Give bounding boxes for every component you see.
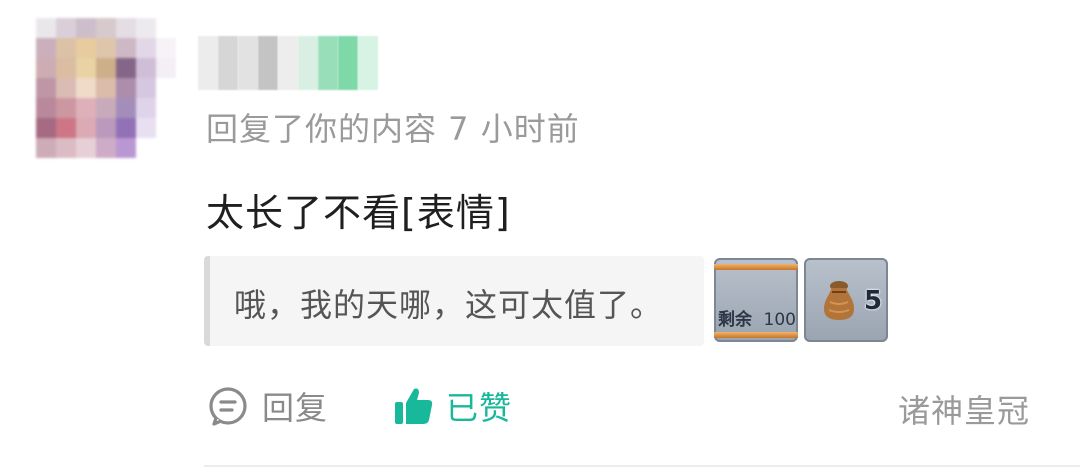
quoted-content-box[interactable]: 哦，我的天哪，这可太值了。 — [204, 256, 704, 346]
money-bag-count: 5 — [864, 286, 883, 316]
thumbs-up-icon — [395, 388, 433, 424]
comment-bubble-icon — [209, 387, 247, 426]
reply-label: 回复 — [262, 389, 329, 427]
like-label: 已赞 — [446, 389, 513, 427]
user-avatar[interactable] — [36, 18, 176, 160]
remaining-value: 100 — [763, 310, 796, 330]
card-bottom-band — [714, 332, 798, 338]
reply-meta: 回复了你的内容 7 小时前 — [206, 110, 580, 148]
remaining-label: 剩余 — [718, 310, 752, 330]
remaining-item-card: 剩余 100 — [714, 258, 798, 342]
like-button[interactable]: 已赞 — [392, 383, 512, 429]
quoted-content-text: 哦，我的天哪，这可太值了。 — [234, 286, 664, 324]
money-bag-card: 5 — [804, 258, 888, 342]
comment-text: 太长了不看[表情] — [206, 191, 511, 235]
reply-button[interactable]: 回复 — [206, 383, 328, 429]
divider — [204, 465, 1080, 467]
badge-title[interactable]: 诸神皇冠 — [898, 386, 1030, 432]
money-bag-icon — [824, 281, 854, 320]
card-top-band — [714, 264, 798, 270]
username-blurred[interactable] — [198, 36, 378, 90]
